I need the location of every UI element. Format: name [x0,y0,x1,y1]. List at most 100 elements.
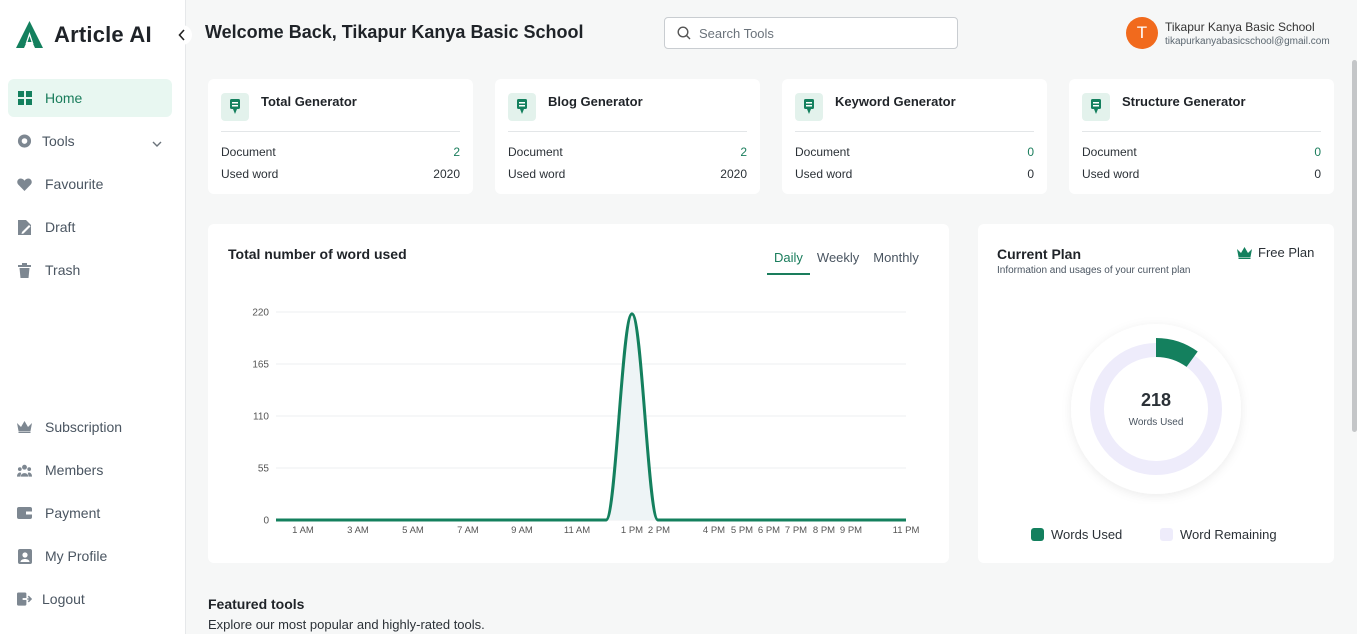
plan-subtitle: Information and usages of your current p… [997,265,1191,276]
draft-icon [17,219,32,235]
x-tick-label: 5 AM [402,525,424,536]
stat-title: Blog Generator [548,94,643,109]
document-label: Document [1082,145,1137,159]
x-tick-label: 2 PM [648,525,670,536]
used-word-label: Used word [795,167,853,181]
x-tick-label: 5 PM [731,525,753,536]
sidebar-item-home[interactable]: Home [8,79,172,117]
series-line [276,312,906,522]
legend-swatch [1031,528,1044,541]
x-tick-label: 1 AM [292,525,314,536]
plan-title: Current Plan [997,246,1082,262]
x-tick-label: 8 PM [813,525,835,536]
series-area [276,313,906,520]
user-name: Tikapur Kanya Basic School [1165,19,1315,34]
generator-icon [1082,93,1110,121]
sidebar-item-logout[interactable]: Logout [8,580,172,618]
generator-icon [221,93,249,121]
usage-chart-card: 0 55 110 165 220 1 AM 3 AM 5 AM 7 AM 9 AM 11 AM 1 P… [208,224,949,563]
tools-icon [17,134,32,149]
trash-icon [17,262,32,278]
featured-tools-title: Featured tools [208,596,305,612]
sidebar-item-payment[interactable]: Payment [8,494,172,532]
user-email: tikapurkanyabasicschool@gmail.com [1165,35,1330,47]
collapse-sidebar-button[interactable] [172,25,192,45]
sidebar-item-my-profile[interactable]: My Profile [8,537,172,575]
document-label: Document [795,145,850,159]
tab-monthly[interactable]: Monthly [866,250,926,275]
crown-icon [17,420,32,435]
x-tick-label: 4 PM [703,525,725,536]
used-word-count: 2020 [433,167,460,181]
sidebar-item-trash[interactable]: Trash [8,251,172,289]
featured-tools-subtitle: Explore our most popular and highly-rate… [208,617,485,632]
sidebar-item-label: Members [45,462,104,478]
members-icon [17,463,32,478]
page-title: Welcome Back, Tikapur Kanya Basic School [205,22,584,42]
brand[interactable]: Article AI [15,20,152,49]
used-word-label: Used word [1082,167,1140,181]
sidebar-item-label: Home [45,90,83,106]
generator-icon [508,93,536,121]
search-box[interactable] [664,17,958,49]
user-profile-menu[interactable]: T Tikapur Kanya Basic School tikapurkany… [1126,17,1330,49]
x-tick-label: 3 AM [347,525,369,536]
wallet-icon [17,506,32,521]
words-used-label: Words Used [1128,417,1184,428]
sidebar-item-label: Favourite [45,176,104,192]
sidebar-item-members[interactable]: Members [8,451,172,489]
stat-title: Total Generator [261,94,357,109]
x-tick-label: 9 PM [840,525,862,536]
sidebar-item-tools[interactable]: Tools [8,122,172,160]
chevron-left-icon [178,29,185,41]
sidebar: Article AI Home Tools Favourite Draft Tr… [0,0,192,634]
legend-words-used: Words Used [1031,527,1122,542]
article-ai-logo-icon [16,21,43,48]
sidebar-item-label: Draft [45,219,76,235]
x-tick-label: 11 AM [564,525,590,536]
divider [221,131,460,132]
sidebar-item-label: Subscription [45,419,123,435]
chart-title: Total number of word used [228,246,407,262]
divider [1082,131,1321,132]
y-tick-label: 220 [252,308,269,319]
avatar: T [1126,17,1158,49]
scrollbar[interactable] [1352,60,1357,432]
document-label: Document [508,145,563,159]
divider [795,131,1034,132]
document-count: 0 [1314,145,1321,159]
stat-card-blog-generator[interactable]: Blog Generator Document 2 Used word 2020 [495,79,760,194]
used-word-label: Used word [508,167,566,181]
used-word-count: 0 [1314,167,1321,181]
used-word-label: Used word [221,167,279,181]
search-input[interactable] [699,25,939,41]
stat-card-keyword-generator[interactable]: Keyword Generator Document 0 Used word 0 [782,79,1047,194]
stat-card-structure-generator[interactable]: Structure Generator Document 0 Used word 0 [1069,79,1334,194]
sidebar-item-draft[interactable]: Draft [8,208,172,246]
usage-donut: 218 Words Used [1061,314,1251,504]
sidebar-item-subscription[interactable]: Subscription [8,408,172,446]
sidebar-item-label: Tools [42,133,75,149]
y-tick-label: 165 [252,360,269,371]
tab-weekly[interactable]: Weekly [810,250,866,275]
used-word-count: 2020 [720,167,747,181]
profile-icon [17,548,32,564]
generator-icon [795,93,823,121]
sidebar-item-label: Trash [45,262,81,278]
sidebar-item-favourite[interactable]: Favourite [8,165,172,203]
plan-badge: Free Plan [1237,245,1314,260]
stat-card-total-generator[interactable]: Total Generator Document 2 Used word 2020 [208,79,473,194]
crown-icon [1237,246,1252,259]
search-icon [677,26,691,40]
logout-icon [17,592,32,607]
divider [508,131,747,132]
y-tick-label: 110 [253,412,269,423]
sidebar-item-label: My Profile [45,548,108,564]
document-label: Document [221,145,276,159]
legend-swatch [1160,528,1173,541]
x-tick-label: 1 PM [621,525,643,536]
x-tick-label: 7 PM [785,525,807,536]
tab-daily[interactable]: Daily [767,250,810,275]
document-count: 2 [740,145,747,159]
legend-word-remaining: Word Remaining [1160,527,1277,542]
